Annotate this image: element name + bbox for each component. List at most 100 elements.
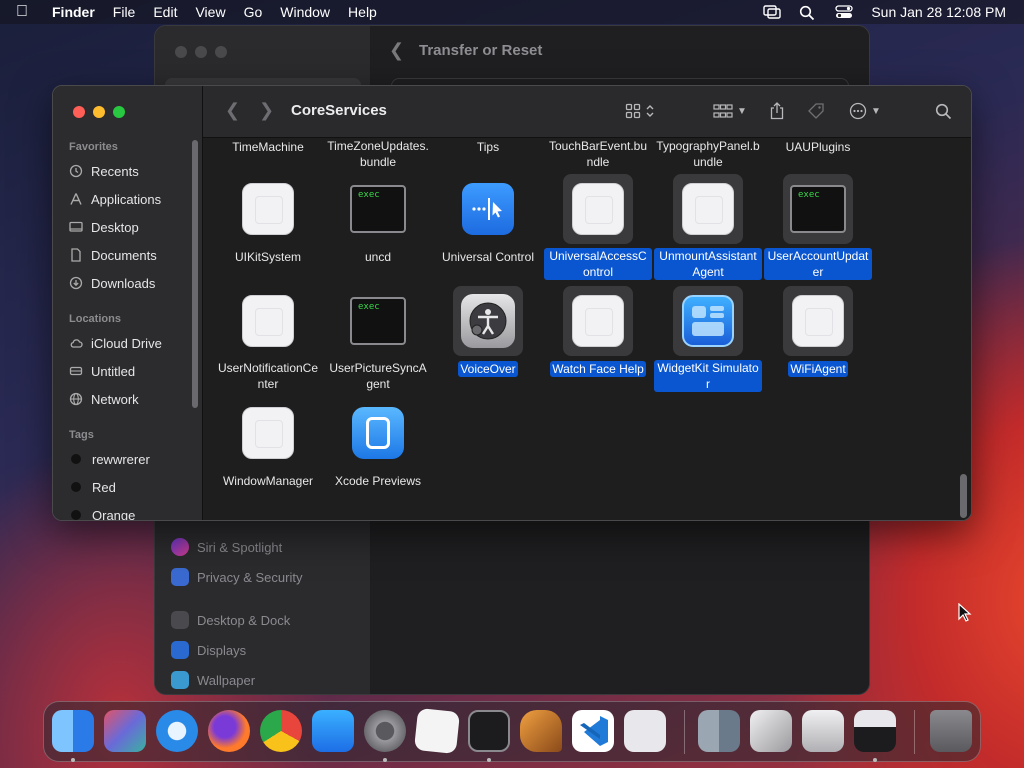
file-item-uikitsystem[interactable]: UIKitSystem xyxy=(213,174,323,266)
settings-item-privacy-security[interactable]: Privacy & Security xyxy=(171,568,302,586)
dock-bartender-icon[interactable] xyxy=(854,710,896,752)
menu-help[interactable]: Help xyxy=(348,4,377,20)
spotlight-search-icon[interactable] xyxy=(799,5,817,21)
group-by-button[interactable]: ▼ xyxy=(713,100,747,122)
dock-textedit-icon[interactable] xyxy=(413,707,461,755)
settings-item-wallpaper[interactable]: Wallpaper xyxy=(171,671,255,689)
dock-vscode-icon[interactable] xyxy=(572,710,614,752)
settings-pane-title: Transfer or Reset xyxy=(419,42,543,59)
file-item-unmountassistantagent[interactable]: UnmountAssistantAgent xyxy=(653,174,763,281)
screen-mirroring-icon[interactable] xyxy=(763,5,782,19)
dock-firefox-icon[interactable] xyxy=(208,710,250,752)
content-scrollbar[interactable] xyxy=(960,474,967,518)
tag-color-dot xyxy=(71,482,81,492)
generic-bundle-icon xyxy=(792,295,844,347)
generic-bundle-icon xyxy=(682,183,734,235)
forward-arrow-icon[interactable]: ❯ xyxy=(259,100,274,121)
menu-clock[interactable]: Sun Jan 28 12:08 PM xyxy=(871,4,1006,20)
dock-launchpad-icon[interactable] xyxy=(104,710,146,752)
sidebar-item-downloads[interactable]: Downloads xyxy=(69,272,155,294)
file-item-universalaccesscontrol[interactable]: UniversalAccessControl xyxy=(543,174,653,281)
control-center-icon[interactable] xyxy=(835,5,853,19)
file-item-timezoneupdates[interactable]: TimeZoneUpdates.bundle xyxy=(323,138,433,171)
menu-file[interactable]: File xyxy=(113,4,136,20)
settings-minimize-button[interactable] xyxy=(195,46,207,58)
menu-go[interactable]: Go xyxy=(244,4,263,20)
sidebar-item-icloud-drive[interactable]: iCloud Drive xyxy=(69,332,162,354)
file-item-userpicturesyncagent[interactable]: exec UserPictureSyncAgent xyxy=(323,286,433,393)
displays-icon xyxy=(171,641,189,659)
file-item-widgetkit-simulator[interactable]: WidgetKit Simulator xyxy=(653,286,763,393)
dock-system-settings-icon[interactable] xyxy=(364,710,406,752)
file-item-timemachine[interactable]: TimeMachine xyxy=(213,138,323,156)
dock-generic-app-icon[interactable] xyxy=(624,710,666,752)
tag-button[interactable] xyxy=(807,100,825,122)
apple-menu-icon[interactable]:  xyxy=(16,3,42,21)
sidebar-scrollbar[interactable] xyxy=(192,140,198,408)
finder-sidebar: Favorites Recents Applications Desktop D… xyxy=(53,86,203,520)
dock-trash-icon[interactable] xyxy=(930,710,972,752)
dock-terminal-icon[interactable] xyxy=(468,710,510,752)
settings-back-icon[interactable]: ❮ xyxy=(389,40,404,61)
menu-view[interactable]: View xyxy=(195,4,225,20)
cloud-icon xyxy=(69,336,83,350)
settings-zoom-button[interactable] xyxy=(215,46,227,58)
file-item-touchbarevent[interactable]: TouchBarEvent.bundle xyxy=(543,138,653,171)
sidebar-item-network[interactable]: Network xyxy=(69,388,139,410)
file-item-universal-control[interactable]: Universal Control xyxy=(433,174,543,266)
sidebar-item-recents[interactable]: Recents xyxy=(69,160,139,182)
file-item-watch-face-help[interactable]: Watch Face Help xyxy=(543,286,653,378)
menu-window[interactable]: Window xyxy=(280,4,330,20)
dock-finder-icon[interactable] xyxy=(52,710,94,752)
file-item-uauplugins[interactable]: UAUPlugins xyxy=(763,138,873,156)
settings-item-desktop-dock[interactable]: Desktop & Dock xyxy=(171,611,290,629)
file-icon-grid: TimeMachine TimeZoneUpdates.bundle Tips … xyxy=(203,138,971,520)
file-item-xcode-previews[interactable]: Xcode Previews xyxy=(323,398,433,490)
file-item-usernotificationcenter[interactable]: UserNotificationCenter xyxy=(213,286,323,393)
sidebar-item-desktop[interactable]: Desktop xyxy=(69,216,139,238)
minimize-button[interactable] xyxy=(93,106,105,118)
settings-window-controls xyxy=(175,46,227,58)
zoom-button[interactable] xyxy=(113,106,125,118)
share-button[interactable] xyxy=(769,100,785,122)
file-item-wifiagent[interactable]: WiFiAgent xyxy=(763,286,873,378)
menu-app-finder[interactable]: Finder xyxy=(52,4,95,20)
settings-item-siri-spotlight[interactable]: Siri & Spotlight xyxy=(171,538,282,556)
search-button[interactable] xyxy=(935,100,952,122)
dock-running-indicator xyxy=(71,758,75,762)
document-icon xyxy=(69,248,83,262)
settings-item-displays[interactable]: Displays xyxy=(171,641,246,659)
view-mode-button[interactable] xyxy=(625,100,655,122)
tag-color-dot xyxy=(71,510,81,520)
generic-bundle-icon xyxy=(242,295,294,347)
dock-safari-icon[interactable] xyxy=(156,710,198,752)
action-menu-button[interactable]: ▼ xyxy=(849,100,881,122)
dock-chrome-icon[interactable] xyxy=(260,710,302,752)
file-item-typographypanel[interactable]: TypographyPanel.bundle xyxy=(653,138,763,171)
sidebar-tag-rewwrerer[interactable]: rewwrerer xyxy=(69,448,150,470)
menu-edit[interactable]: Edit xyxy=(153,4,177,20)
sidebar-item-applications[interactable]: Applications xyxy=(69,188,161,210)
dock-finder-document-icon[interactable] xyxy=(698,710,740,752)
dock-guitar-icon[interactable] xyxy=(520,710,562,752)
sidebar-tag-red[interactable]: Red xyxy=(69,476,116,498)
dock-icon xyxy=(171,611,189,629)
close-button[interactable] xyxy=(73,106,85,118)
file-item-voiceover[interactable]: VoiceOver xyxy=(433,286,543,378)
sidebar-item-untitled[interactable]: Untitled xyxy=(69,360,135,382)
sidebar-item-documents[interactable]: Documents xyxy=(69,244,157,266)
terminal-exec-icon: exec xyxy=(350,297,406,345)
back-arrow-icon[interactable]: ❮ xyxy=(225,100,240,121)
generic-bundle-icon xyxy=(572,183,624,235)
file-item-windowmanager[interactable]: WindowManager xyxy=(213,398,323,490)
settings-close-button[interactable] xyxy=(175,46,187,58)
sidebar-header-favorites: Favorites xyxy=(69,141,118,153)
sidebar-tag-orange[interactable]: Orange xyxy=(69,504,135,520)
file-item-useraccountupdater[interactable]: exec UserAccountUpdater xyxy=(763,174,873,281)
dock-disk-utility-icon[interactable] xyxy=(750,710,792,752)
siri-icon xyxy=(171,538,189,556)
dock-system-information-icon[interactable] xyxy=(802,710,844,752)
dock-app-store-icon[interactable] xyxy=(312,710,354,752)
file-item-uncd[interactable]: exec uncd xyxy=(323,174,433,266)
file-item-tips[interactable]: Tips xyxy=(433,138,543,156)
